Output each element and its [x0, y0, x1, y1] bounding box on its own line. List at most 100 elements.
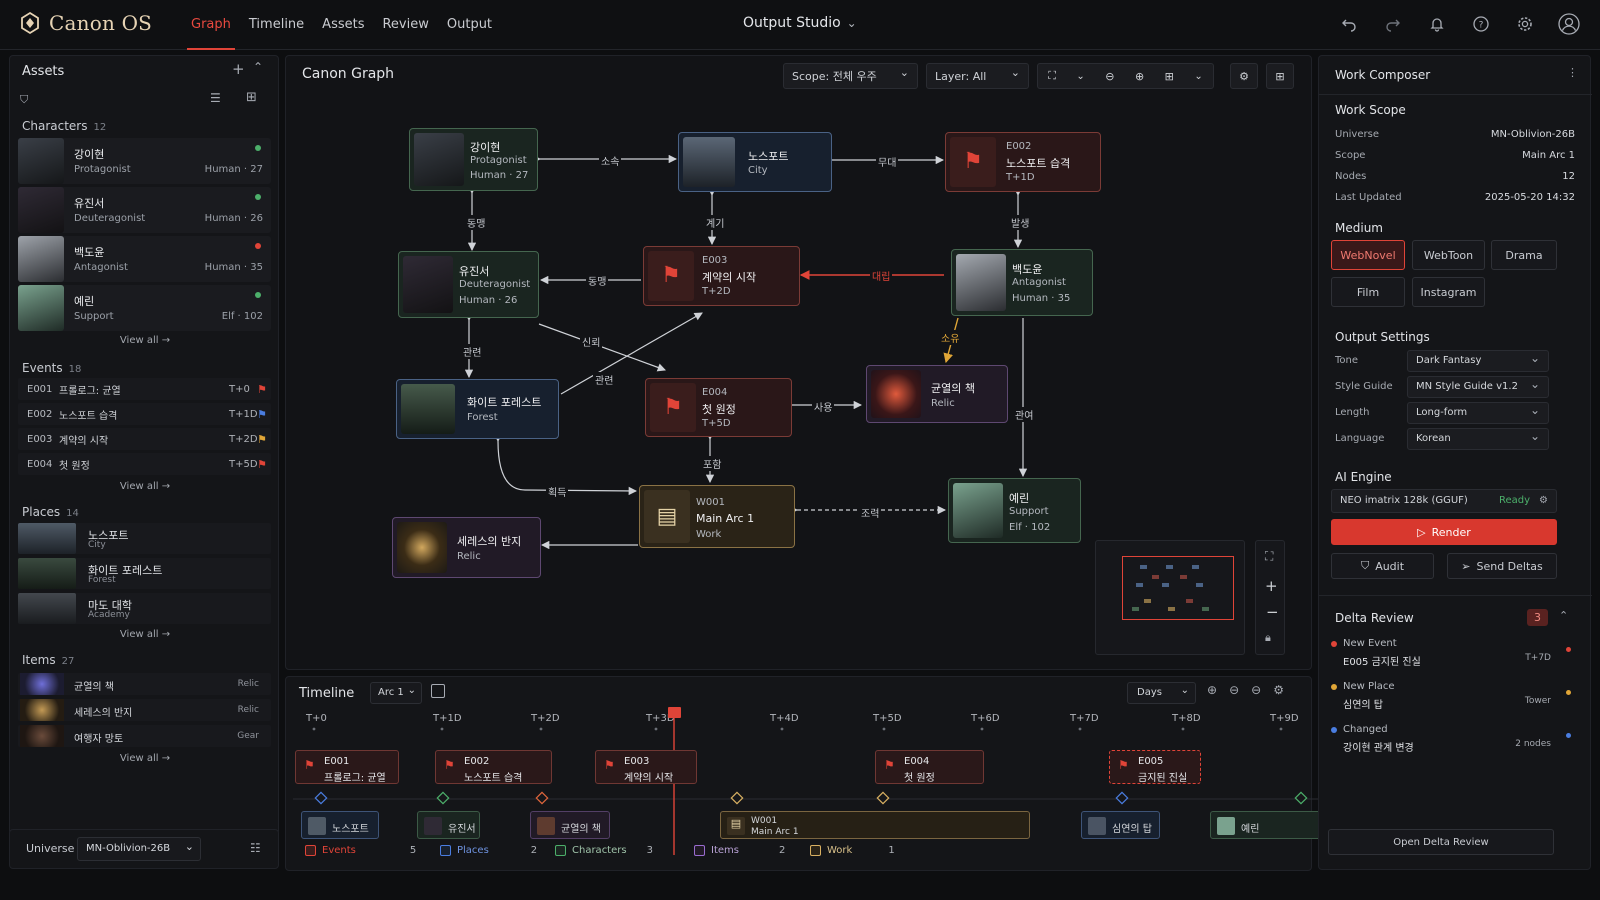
graph-minimap[interactable]	[1095, 540, 1245, 655]
bell-icon[interactable]	[1426, 13, 1448, 35]
node-character-kang[interactable]: 강이현 Protagonist Human · 27	[409, 128, 538, 191]
timeline-place-abyss-tower[interactable]: 심연의 탑	[1081, 811, 1160, 839]
node-event-e003[interactable]: ⚑ E003 계약의 시작 T+2D	[643, 246, 800, 306]
item-traveler-cloak[interactable]: 여행자 망토 Gear	[18, 725, 271, 747]
timeline-place-northport[interactable]: 노스포트	[301, 811, 379, 839]
legend-work[interactable]: Work 1	[810, 845, 895, 856]
timeline-character-yerin[interactable]: 예린	[1210, 811, 1325, 839]
node-event-e004[interactable]: ⚑ E004 첫 원정 T+5D	[645, 378, 792, 437]
layout-icon[interactable]: ⊞	[1165, 70, 1174, 83]
tab-output[interactable]: Output	[439, 0, 500, 50]
zoom-in-icon[interactable]: ⊕	[1207, 683, 1217, 697]
event-item-e002[interactable]: E002 노스포트 습격 T+1D ⚑	[18, 403, 271, 425]
items-view-all-link[interactable]: View all →	[10, 753, 280, 764]
timeline-work-w001[interactable]: ▤ W001 Main Arc 1	[720, 811, 1030, 839]
collapse-icon[interactable]: ⌃	[1559, 609, 1568, 622]
timeline-character-yu[interactable]: 유진서	[417, 811, 480, 839]
place-item-white-forest[interactable]: 화이트 포레스트 Forest	[18, 558, 271, 589]
node-item-ceres-ring[interactable]: 세레스의 반지 Relic	[392, 517, 541, 578]
timeline-event-e004[interactable]: ⚑ E004 첫 원정	[875, 750, 984, 784]
node-work-w001[interactable]: ▤ W001 Main Arc 1 Work	[639, 485, 795, 548]
tab-review[interactable]: Review	[374, 0, 436, 50]
medium-drama[interactable]: Drama	[1491, 240, 1557, 270]
zoom-in-icon[interactable]: +	[1265, 577, 1278, 595]
chevron-down-icon[interactable]: ⌄	[1076, 71, 1084, 82]
timeline-event-e003[interactable]: ⚑ E003 계약의 시작	[595, 750, 697, 784]
node-place-white-forest[interactable]: 화이트 포레스트 Forest	[396, 379, 559, 439]
grid-view-icon[interactable]: ⊞	[246, 90, 257, 105]
delta-item-new-place[interactable]: New Place 심연의 탑 Tower	[1331, 679, 1571, 717]
timeline-view-toggle-icon[interactable]	[431, 684, 445, 698]
scope-dropdown[interactable]: Scope: 전체 우주 ⌄	[783, 63, 918, 89]
zoom-out-icon[interactable]: ⊖	[1105, 70, 1114, 83]
places-view-all-link[interactable]: View all →	[10, 629, 280, 640]
tab-timeline[interactable]: Timeline	[241, 0, 312, 50]
character-item-kang[interactable]: 강이현 Protagonist Human · 27	[18, 138, 271, 184]
medium-webtoon[interactable]: WebToon	[1412, 240, 1485, 270]
style-guide-select[interactable]: MN Style Guide v1.2	[1407, 374, 1549, 398]
timeline-event-e002[interactable]: ⚑ E002 노스포트 습격	[435, 750, 552, 784]
place-item-northport[interactable]: 노스포트 City	[18, 523, 271, 554]
zoom-out-icon[interactable]: −	[1266, 603, 1279, 621]
send-deltas-button[interactable]: ➢ Send Deltas	[1447, 553, 1557, 579]
user-avatar-icon[interactable]	[1558, 13, 1580, 35]
open-delta-review-button[interactable]: Open Delta Review	[1328, 829, 1554, 855]
delta-item-changed[interactable]: Changed 강이현 관계 변경 2 nodes	[1331, 722, 1571, 760]
item-ceres-ring[interactable]: 세레스의 반지 Relic	[18, 699, 271, 721]
graph-settings-icon[interactable]: ⚙	[1230, 63, 1258, 89]
layer-dropdown[interactable]: Layer: All ⌄	[926, 63, 1029, 89]
universe-dropdown[interactable]: MN-Oblivion-26B ⌄	[77, 837, 201, 861]
event-item-e003[interactable]: E003 계약의 시작 T+2D ⚑	[18, 428, 271, 450]
zoom-in-icon[interactable]: ⊕	[1135, 70, 1144, 83]
engine-field[interactable]: NEO imatrix 128k (GGUF) Ready ⚙	[1331, 489, 1557, 513]
place-item-academy[interactable]: 마도 대학 Academy	[18, 593, 271, 624]
tone-select[interactable]: Dark Fantasy	[1407, 348, 1549, 372]
graph-grid-icon[interactable]: ⊞	[1266, 63, 1294, 89]
app-logo[interactable]: Canon OS	[18, 11, 152, 35]
zoom-reset-icon[interactable]: ⊖	[1251, 683, 1261, 697]
gear-icon[interactable]	[1514, 13, 1536, 35]
character-item-yu[interactable]: 유진서 Deuteragonist Human · 26	[18, 187, 271, 233]
database-icon[interactable]: ☷	[250, 841, 261, 855]
timeline-event-e001[interactable]: ⚑ E001 프롤로그: 균열	[295, 750, 399, 784]
help-icon[interactable]: ?	[1470, 13, 1492, 35]
legend-characters[interactable]: Characters 3	[555, 845, 653, 856]
language-select[interactable]: Korean	[1407, 426, 1549, 450]
character-item-yerin[interactable]: 예린 Support Elf · 102	[18, 285, 271, 331]
event-item-e001[interactable]: E001 프롤로그: 균열 T+0 ⚑	[18, 378, 271, 400]
add-asset-icon[interactable]: +	[232, 60, 245, 78]
chevron-down-icon[interactable]: ⌄	[1194, 71, 1202, 82]
length-select[interactable]: Long-form	[1407, 400, 1549, 424]
legend-places[interactable]: Places 2	[440, 845, 537, 856]
character-item-baek[interactable]: 백도윤 Antagonist Human · 35	[18, 236, 271, 282]
studio-selector[interactable]: Output Studio ⌄	[743, 15, 857, 31]
tab-graph[interactable]: Graph	[183, 0, 239, 50]
timeline-event-e005[interactable]: ⚑ E005 금지된 진실	[1109, 750, 1201, 784]
audit-button[interactable]: ⛉ Audit	[1331, 553, 1434, 579]
filter-icon[interactable]: ⛉	[20, 93, 28, 107]
arc-dropdown[interactable]: Arc 1 ⌄	[370, 682, 422, 704]
unit-dropdown[interactable]: Days ⌄	[1127, 682, 1196, 704]
node-character-yerin[interactable]: 예린 Support Elf · 102	[948, 478, 1081, 543]
playhead-flag-icon[interactable]	[668, 707, 681, 718]
list-view-icon[interactable]: ☰	[210, 91, 221, 105]
render-button[interactable]: ▷ Render	[1331, 519, 1557, 545]
events-view-all-link[interactable]: View all →	[10, 481, 280, 492]
node-character-yu[interactable]: 유진서 Deuteragonist Human · 26	[398, 251, 539, 318]
medium-instagram[interactable]: Instagram	[1412, 277, 1485, 307]
redo-icon[interactable]	[1382, 13, 1404, 35]
fit-view-icon[interactable]: ⛶	[1048, 69, 1056, 83]
characters-view-all-link[interactable]: View all →	[10, 335, 280, 346]
lock-icon[interactable]: 🔒︎	[1265, 631, 1271, 645]
fit-screen-icon[interactable]: ⛶	[1265, 549, 1273, 564]
node-place-northport[interactable]: 노스포트 City	[678, 132, 832, 192]
delta-item-new-event[interactable]: New Event E005 금지된 진실 T+7D	[1331, 636, 1571, 674]
event-item-e004[interactable]: E004 첫 원정 T+5D ⚑	[18, 453, 271, 475]
undo-icon[interactable]	[1338, 13, 1360, 35]
collapse-icon[interactable]: ⌃	[253, 60, 263, 74]
medium-film[interactable]: Film	[1331, 277, 1405, 307]
more-options-icon[interactable]: ⋮	[1567, 66, 1578, 79]
gear-icon[interactable]: ⚙	[1539, 490, 1548, 512]
timeline-item-rift-book[interactable]: 균열의 책	[530, 811, 610, 839]
zoom-out-icon[interactable]: ⊖	[1229, 683, 1239, 697]
